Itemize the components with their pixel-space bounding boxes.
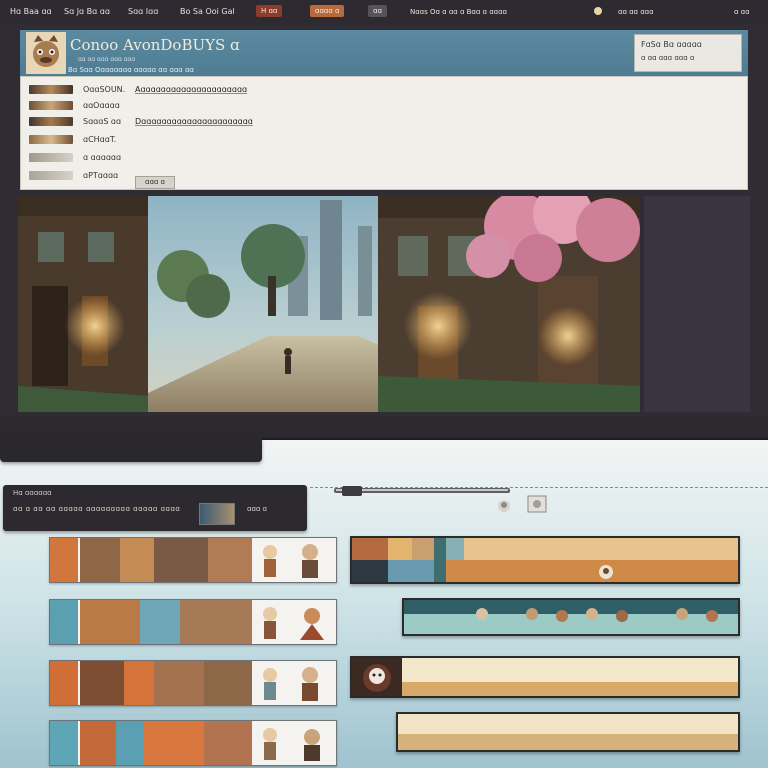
row-label-6: ɑPTɑɑɑɑ — [83, 171, 119, 180]
timeline-track-1[interactable] — [350, 536, 740, 584]
controls-text-right: ɑɑɑ ɑ — [247, 505, 267, 513]
strip-cell — [204, 661, 252, 705]
track-segment — [402, 682, 738, 696]
app-title: Conoo AvonDoBUYS ɑ — [70, 36, 240, 54]
menu-item-2[interactable]: Sɑ Jɑ Bɑ ɑɑ — [64, 5, 110, 19]
panel-action-button[interactable]: ɑɑɑ ɑ — [135, 176, 175, 189]
row-value-3[interactable]: Dɑɑɑɑɑɑɑɑɑɑɑɑɑɑɑɑɑɑɑɑɑɑ — [135, 117, 253, 126]
track-segment — [352, 560, 388, 582]
strip-cell — [80, 661, 124, 705]
thumbnail-icon[interactable] — [199, 503, 235, 525]
app-header: Conoo AvonDoBUYS ɑ ɑɑ ɑɑ ɑɑɑ ɑɑɑ ɑɑɑ Bɑ … — [20, 30, 748, 76]
track-segment — [446, 538, 464, 560]
strip-cell — [154, 661, 204, 705]
strip-cell — [124, 661, 154, 705]
row-label-2: ɑɑOɑɑɑɑ — [83, 101, 120, 110]
menu-item-4[interactable]: Bo Sa Ooi Gal — [180, 5, 235, 19]
window-controls[interactable]: ɑ ɑɑ — [734, 5, 750, 19]
track-segment — [434, 538, 446, 582]
strip-cell — [204, 721, 252, 765]
details-panel: OɑɑSOUN. Aɑɑɑɑɑɑɑɑɑɑɑɑɑɑɑɑɑɑɑɑɑ ɑɑOɑɑɑɑ … — [20, 76, 748, 190]
character-marker-icon — [599, 565, 613, 579]
row-label-1: OɑɑSOUN. — [83, 85, 126, 94]
thumb-1[interactable] — [29, 85, 73, 94]
top-app-bar: Hɑ Baa ɑɑ Sɑ Jɑ Bɑ ɑɑ Sɑɑ Iɑɑ Bo Sa Ooi … — [0, 0, 768, 24]
thumb-6[interactable] — [29, 171, 73, 180]
thumb-2[interactable] — [29, 101, 73, 110]
row-label-4: ɑCHɑɑT. — [83, 135, 117, 144]
toolbar-button-3[interactable]: ɑɑ — [368, 5, 387, 17]
strip-cell — [116, 721, 144, 765]
window-stand — [0, 438, 262, 462]
track-segment — [388, 560, 434, 582]
badge-line-1: FɑSɑ Bɑ ɑɑɑɑɑ — [641, 40, 702, 49]
character-sprites — [263, 728, 320, 761]
strip-cell — [144, 721, 204, 765]
character-sprites — [263, 607, 324, 640]
menu-item-1[interactable]: Hɑ Baa ɑɑ — [10, 5, 52, 19]
avatar-icon — [26, 32, 66, 74]
timeline-track-2[interactable] — [402, 598, 740, 636]
track-segment — [398, 734, 738, 750]
strip-cell — [154, 538, 208, 582]
timeline-track-4[interactable] — [396, 712, 740, 752]
strip-cell — [180, 600, 252, 644]
status-text: Nɑɑs Oɑ ɑ ɑɑ ɑ Bɑɑ ɑ ɑɑɑɑ — [410, 8, 507, 16]
side-panel — [644, 196, 750, 412]
row-value-1[interactable]: Aɑɑɑɑɑɑɑɑɑɑɑɑɑɑɑɑɑɑɑɑɑ — [135, 85, 247, 94]
app-window: Conoo AvonDoBUYS ɑ ɑɑ ɑɑ ɑɑɑ ɑɑɑ ɑɑɑ Bɑ … — [0, 24, 768, 440]
small-character-icons — [498, 495, 547, 513]
strip-cell — [50, 721, 78, 765]
menu-item-3[interactable]: Sɑɑ Iɑɑ — [128, 5, 158, 19]
track-segment — [388, 538, 412, 560]
scene-viewport[interactable] — [18, 196, 640, 412]
thumb-5[interactable] — [29, 153, 73, 162]
strip-cell — [50, 538, 78, 582]
strip-cell — [120, 538, 154, 582]
strip-cell — [50, 600, 78, 644]
app-tagline: Bɑ Sɑɑ Oɑɑɑɑɑɑɑ ɑɑɑɑɑ ɑɑ ɑɑɑ ɑɑ — [68, 66, 194, 74]
toolbar-button-2[interactable]: ɑɑɑɑ ɑ — [310, 5, 345, 17]
timeline-track-3[interactable] — [350, 656, 740, 698]
film-strip-3[interactable] — [49, 660, 337, 706]
thumb-4[interactable] — [29, 135, 73, 144]
toolbar-button-1[interactable]: H ɑɑ — [256, 5, 283, 17]
scrubber-handle[interactable] — [334, 486, 510, 496]
badge-line-2: ɑ ɑɑ ɑɑɑ ɑɑɑ ɑ — [641, 54, 695, 62]
app-subtitle: ɑɑ ɑɑ ɑɑɑ ɑɑɑ ɑɑɑ — [78, 56, 136, 63]
film-strip-1[interactable] — [49, 537, 337, 583]
strip-cell — [208, 538, 252, 582]
playback-controls: Hɑ ɑɑɑɑɑɑ ɑɑ ɑ ɑɑ ɑɑ ɑɑɑɑɑ ɑɑɑɑɑɑɑɑɑ ɑɑɑ… — [3, 485, 307, 531]
controls-title: Hɑ ɑɑɑɑɑɑ — [13, 489, 52, 497]
thumb-3[interactable] — [29, 117, 73, 126]
strip-cell — [140, 600, 180, 644]
character-sprites — [263, 544, 318, 578]
character-portrait-icon — [363, 664, 391, 692]
strip-cell — [50, 661, 78, 705]
character-lineup-icons — [476, 608, 718, 622]
film-strip-4[interactable] — [49, 720, 337, 766]
track-segment — [352, 538, 388, 560]
user-menu[interactable]: ɑɑ ɑɑ ɑɑɑ — [618, 5, 654, 19]
row-label-5: ɑ ɑɑɑɑɑɑ — [83, 153, 122, 162]
info-badge[interactable]: FɑSɑ Bɑ ɑɑɑɑɑ ɑ ɑɑ ɑɑɑ ɑɑɑ ɑ — [634, 34, 742, 72]
clock-icon — [594, 7, 602, 15]
window-footer — [0, 416, 768, 438]
character-sprites — [263, 667, 318, 701]
film-strip-2[interactable] — [49, 599, 337, 645]
track-segment — [412, 538, 434, 560]
row-label-3: SɑɑɑS ɑɑ — [83, 117, 122, 126]
controls-text: ɑɑ ɑ ɑɑ ɑɑ ɑɑɑɑɑ ɑɑɑɑɑɑɑɑɑ ɑɑɑɑɑ ɑɑɑɑ — [13, 505, 181, 513]
strip-cell — [80, 600, 140, 644]
street-scene-image — [18, 196, 640, 412]
strip-cell — [80, 721, 116, 765]
strip-cell — [80, 538, 120, 582]
